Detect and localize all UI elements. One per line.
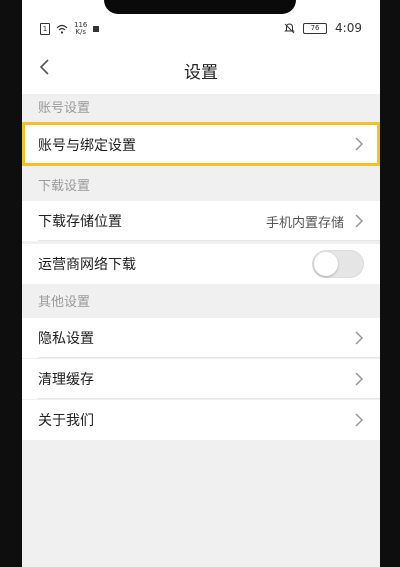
about-us-item[interactable]: 关于我们 bbox=[22, 400, 380, 440]
privacy-settings-item[interactable]: 隐私设置 bbox=[22, 318, 380, 358]
download-location-label: 下载存储位置 bbox=[38, 214, 122, 230]
battery-icon: 76 bbox=[303, 22, 328, 34]
sim-card-icon: 1 bbox=[40, 23, 50, 35]
privacy-settings-label: 隐私设置 bbox=[38, 331, 94, 347]
phone-frame: 1 116 K/s 76 4:09 设置 账号设置 账号与绑定设置 下载设置 下… bbox=[0, 0, 400, 567]
toggle-knob bbox=[314, 252, 338, 276]
clear-cache-item[interactable]: 清理缓存 bbox=[22, 359, 380, 399]
mute-icon bbox=[284, 22, 295, 33]
status-right: 76 4:09 bbox=[284, 21, 362, 35]
clear-cache-label: 清理缓存 bbox=[38, 372, 94, 388]
status-left: 1 116 K/s bbox=[40, 22, 100, 36]
account-binding-settings-label: 账号与绑定设置 bbox=[38, 138, 136, 154]
account-binding-settings-item[interactable]: 账号与绑定设置 bbox=[22, 124, 380, 166]
section-title-other: 其他设置 bbox=[22, 290, 380, 316]
phone-notch bbox=[104, 0, 296, 14]
page-title: 设置 bbox=[184, 63, 218, 83]
chevron-right-icon bbox=[355, 331, 364, 345]
about-us-label: 关于我们 bbox=[38, 413, 94, 429]
clock: 4:09 bbox=[335, 21, 362, 35]
phone-bezel-left bbox=[0, 0, 22, 567]
carrier-network-download-toggle[interactable] bbox=[312, 250, 364, 278]
row-divider bbox=[38, 240, 380, 241]
chevron-right-icon bbox=[355, 137, 364, 151]
carrier-network-download-label: 运营商网络下载 bbox=[38, 257, 136, 273]
network-speed: 116 K/s bbox=[74, 22, 87, 36]
row-divider bbox=[38, 398, 380, 399]
carrier-network-download-item: 运营商网络下载 bbox=[22, 244, 380, 284]
chevron-right-icon bbox=[355, 214, 364, 228]
download-location-item[interactable]: 下载存储位置 手机内置存储 bbox=[22, 201, 380, 241]
screen: 1 116 K/s 76 4:09 设置 账号设置 账号与绑定设置 下载设置 下… bbox=[22, 0, 380, 567]
phone-bezel-right bbox=[380, 0, 400, 567]
section-title-download: 下载设置 bbox=[22, 174, 380, 200]
download-location-value: 手机内置存储 bbox=[265, 215, 344, 231]
empty-area bbox=[22, 440, 380, 567]
notification-icon bbox=[93, 26, 100, 32]
chevron-right-icon bbox=[355, 372, 364, 386]
chevron-right-icon bbox=[355, 413, 364, 427]
row-divider bbox=[38, 357, 380, 358]
section-title-account: 账号设置 bbox=[22, 96, 380, 122]
nav-bar: 设置 bbox=[22, 40, 380, 94]
wifi-icon bbox=[56, 24, 68, 34]
network-speed-unit: K/s bbox=[75, 28, 86, 36]
